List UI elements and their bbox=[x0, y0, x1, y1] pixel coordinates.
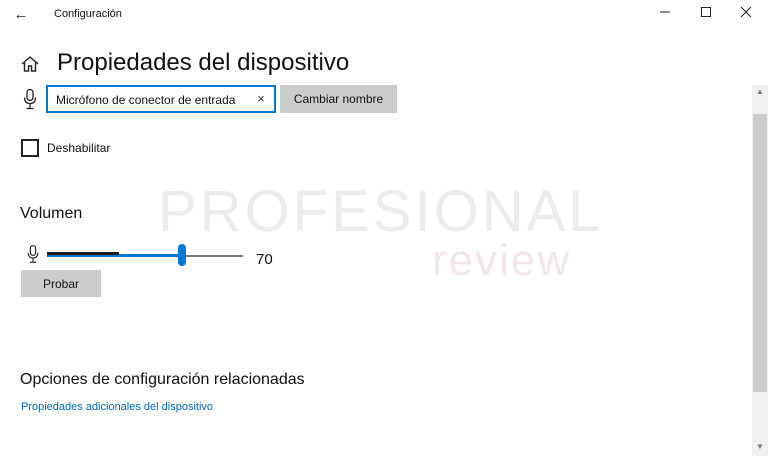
test-button[interactable]: Probar bbox=[21, 270, 101, 297]
window-title: Configuración bbox=[54, 8, 122, 20]
maximize-button[interactable] bbox=[686, 0, 726, 30]
additional-device-properties-link[interactable]: Propiedades adicionales del dispositivo bbox=[21, 401, 213, 413]
close-icon bbox=[740, 6, 752, 18]
back-arrow-icon[interactable]: ← bbox=[6, 4, 36, 26]
minimize-icon bbox=[660, 11, 670, 13]
disable-checkbox[interactable] bbox=[21, 139, 39, 157]
watermark-logo-sub: review bbox=[432, 236, 572, 285]
home-icon[interactable] bbox=[20, 54, 40, 74]
title-bar: ← Configuración bbox=[0, 0, 768, 30]
minimize-button[interactable] bbox=[645, 0, 685, 30]
microphone-icon bbox=[27, 245, 39, 263]
scroll-up-arrow-icon[interactable]: ▲ bbox=[752, 85, 768, 99]
rename-button[interactable]: Cambiar nombre bbox=[280, 85, 397, 113]
disable-checkbox-label: Deshabilitar bbox=[47, 141, 111, 155]
device-name-value: Micrófono de conector de entrada bbox=[56, 93, 236, 107]
page-title: Propiedades del dispositivo bbox=[57, 49, 350, 76]
clear-icon[interactable]: × bbox=[253, 90, 269, 108]
volume-slider-thumb[interactable] bbox=[178, 244, 186, 266]
related-settings-heading: Opciones de configuración relacionadas bbox=[20, 371, 305, 388]
microphone-icon bbox=[23, 88, 37, 110]
close-button[interactable] bbox=[726, 0, 766, 30]
input-level-meter bbox=[47, 252, 119, 255]
volume-heading: Volumen bbox=[20, 205, 83, 222]
maximize-icon bbox=[701, 7, 711, 17]
watermark-logo: PROFESIONAL bbox=[158, 179, 604, 244]
device-name-input[interactable]: Micrófono de conector de entrada × bbox=[46, 85, 276, 113]
scroll-down-arrow-icon[interactable]: ▼ bbox=[752, 440, 768, 454]
scrollbar-thumb[interactable] bbox=[753, 114, 767, 392]
volume-value: 70 bbox=[256, 251, 273, 268]
